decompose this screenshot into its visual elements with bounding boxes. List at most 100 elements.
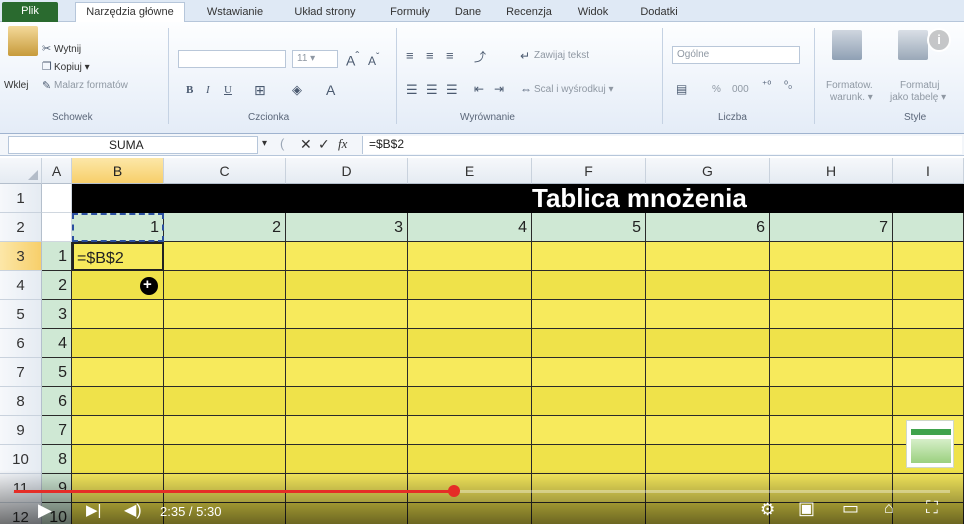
miniplayer-icon[interactable]: ▣ [798, 498, 815, 519]
row-header-3[interactable]: 3 [0, 242, 42, 271]
data-cell[interactable] [646, 416, 770, 445]
active-cell-b3[interactable]: =$B$2 [72, 242, 164, 271]
video-progress-handle[interactable] [448, 485, 460, 497]
data-cell[interactable] [646, 300, 770, 329]
borders-icon[interactable]: ⊞ [254, 82, 266, 99]
data-cell[interactable] [286, 242, 408, 271]
font-size-combo[interactable]: 11 ▾ [292, 50, 338, 68]
tab-home[interactable]: Narzędzia główne [75, 2, 185, 22]
paste-icon[interactable] [8, 26, 38, 56]
format-as-table-icon[interactable] [898, 30, 928, 60]
data-cell[interactable] [164, 271, 286, 300]
data-cell[interactable] [286, 271, 408, 300]
row-label-cell[interactable]: 4 [42, 329, 72, 358]
formula-input[interactable]: =$B$2 [362, 136, 962, 154]
data-cell[interactable] [408, 300, 532, 329]
font-shrink-icon[interactable]: Aˇ [368, 52, 379, 68]
align-bottom-icon[interactable]: ≡ [446, 48, 454, 63]
format-as-table-button-2[interactable]: jako tabelę ▾ [890, 92, 946, 103]
fill-color-icon[interactable]: ◈ [292, 82, 302, 98]
header-cell[interactable]: 3 [286, 213, 408, 242]
name-box[interactable]: SUMA [8, 136, 258, 154]
data-cell[interactable] [770, 271, 893, 300]
settings-gear-icon[interactable]: ⚙ [760, 500, 775, 520]
data-cell[interactable] [532, 358, 646, 387]
column-header-f[interactable]: F [532, 158, 646, 184]
data-cell[interactable] [286, 387, 408, 416]
volume-icon[interactable]: ◀) [124, 500, 142, 520]
data-cell[interactable] [532, 329, 646, 358]
data-cell[interactable] [646, 329, 770, 358]
data-cell[interactable] [408, 387, 532, 416]
column-header-i[interactable]: I [893, 158, 964, 184]
theater-mode-icon[interactable]: ▭ [842, 498, 859, 519]
next-icon[interactable]: ▶| [86, 501, 101, 519]
tab-formulas[interactable]: Formuły [382, 3, 438, 22]
conditional-format-button[interactable]: Formatow. [826, 80, 873, 91]
cell-a2[interactable] [42, 213, 72, 242]
data-cell[interactable] [893, 358, 964, 387]
data-cell[interactable] [408, 416, 532, 445]
wrap-text-icon[interactable]: ↵ [520, 49, 530, 63]
header-cell[interactable] [893, 213, 964, 242]
number-format-combo[interactable]: Ogólne [672, 46, 800, 64]
column-header-b[interactable]: B [72, 158, 164, 184]
sheet-title[interactable]: Tablica mnożenia [532, 184, 747, 213]
data-cell[interactable] [72, 387, 164, 416]
data-cell[interactable] [408, 271, 532, 300]
data-cell[interactable] [646, 271, 770, 300]
data-cell[interactable] [770, 416, 893, 445]
data-cell[interactable] [286, 329, 408, 358]
copy-icon[interactable]: ❐ [42, 60, 52, 73]
font-grow-icon[interactable]: Aˆ [346, 50, 359, 69]
row-header-8[interactable]: 8 [0, 387, 42, 416]
row-label-cell[interactable]: 7 [42, 416, 72, 445]
data-cell[interactable] [72, 300, 164, 329]
data-cell[interactable] [164, 358, 286, 387]
cast-icon[interactable]: ⌂ [884, 500, 894, 518]
data-cell[interactable] [164, 300, 286, 329]
play-icon[interactable]: ▶ [38, 500, 52, 521]
row-label-cell[interactable]: 5 [42, 358, 72, 387]
thousands-button[interactable]: 000 [732, 84, 749, 95]
font-name-combo[interactable] [178, 50, 286, 68]
row-label-cell[interactable]: 1 [42, 242, 72, 271]
cut-button[interactable]: Wytnij [54, 44, 81, 55]
row-header-1[interactable]: 1 [0, 184, 42, 213]
align-right-icon[interactable]: ☰ [446, 82, 458, 98]
insert-function-icon[interactable]: fx [338, 136, 347, 152]
header-cell[interactable]: 2 [164, 213, 286, 242]
column-header-g[interactable]: G [646, 158, 770, 184]
data-cell[interactable] [770, 358, 893, 387]
data-cell[interactable] [770, 387, 893, 416]
orientation-icon[interactable]: ⤴ [474, 48, 486, 65]
row-label-cell[interactable]: 6 [42, 387, 72, 416]
data-cell[interactable] [408, 329, 532, 358]
tab-page-layout[interactable]: Układ strony [280, 3, 370, 22]
column-header-a[interactable]: A [42, 158, 72, 184]
data-cell[interactable] [532, 271, 646, 300]
format-as-table-button[interactable]: Formatuj [900, 80, 939, 91]
column-header-h[interactable]: H [770, 158, 893, 184]
row-header-5[interactable]: 5 [0, 300, 42, 329]
data-cell[interactable] [164, 416, 286, 445]
merge-center-icon[interactable]: ⇔ [520, 82, 532, 96]
data-cell[interactable] [286, 300, 408, 329]
data-cell[interactable] [408, 358, 532, 387]
header-cell[interactable]: 5 [532, 213, 646, 242]
tab-file[interactable]: Plik [2, 2, 58, 22]
row-header-7[interactable]: 7 [0, 358, 42, 387]
column-header-c[interactable]: C [164, 158, 286, 184]
column-header-d[interactable]: D [286, 158, 408, 184]
data-cell[interactable] [72, 329, 164, 358]
data-cell[interactable] [164, 329, 286, 358]
data-cell[interactable] [532, 300, 646, 329]
conditional-format-button-2[interactable]: warunk. ▾ [830, 92, 873, 103]
format-painter-button[interactable]: Malarz formatów [54, 80, 128, 91]
bold-icon[interactable]: B [186, 84, 193, 96]
column-header-e[interactable]: E [408, 158, 532, 184]
underline-icon[interactable]: U [224, 84, 232, 96]
data-cell[interactable] [893, 271, 964, 300]
data-cell[interactable] [770, 242, 893, 271]
increase-decimal-icon[interactable]: ⁺⁰ [762, 80, 771, 91]
